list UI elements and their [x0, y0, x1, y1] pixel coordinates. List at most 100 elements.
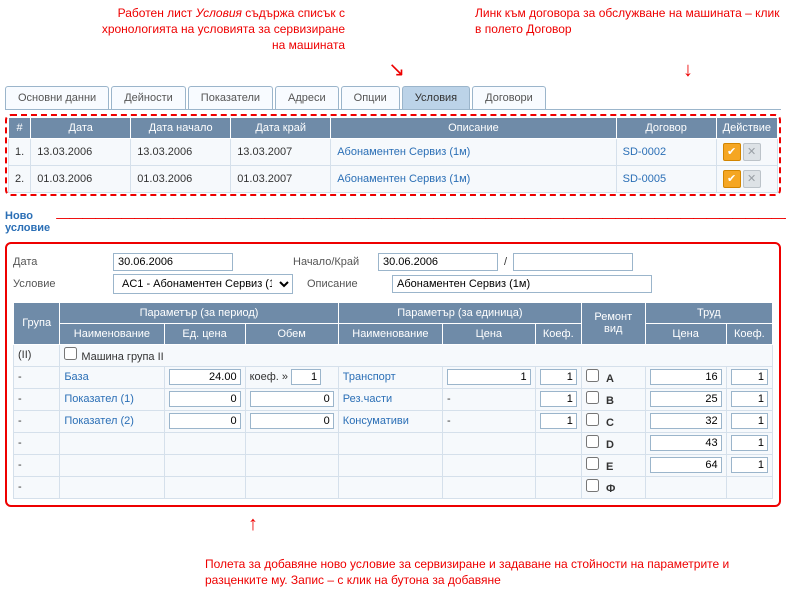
cell-actions: ✔✕: [716, 138, 777, 165]
price-input[interactable]: [169, 369, 241, 385]
unit-coef-input[interactable]: [540, 391, 577, 407]
date-field[interactable]: [113, 253, 233, 271]
cell-date: 13.03.2006: [31, 138, 131, 165]
annotation-contract-link: Линк към договора за обслужване на машин…: [375, 5, 781, 54]
hdr-price2: Цена: [645, 323, 726, 344]
hdr-name2: Наименование: [338, 323, 442, 344]
col-num: #: [9, 117, 31, 138]
table-row: 1. 13.03.2006 13.03.2006 13.03.2007 Абон…: [9, 138, 778, 165]
annotation-worksheet: Работен лист Условия съдържа списък с хр…: [5, 5, 345, 54]
cell-start: 13.03.2006: [131, 138, 231, 165]
col-start[interactable]: Дата начало: [131, 117, 231, 138]
condition-select[interactable]: AC1 - Абонаментен Сервиз (1м: [113, 274, 293, 294]
hdr-per-period: Параметър (за период): [60, 302, 338, 323]
arrow-down-icon: ↓: [683, 59, 693, 81]
col-desc[interactable]: Описание: [331, 117, 616, 138]
cell-date: 01.03.2006: [31, 165, 131, 192]
arrow-down-icon: ↘: [388, 59, 405, 81]
repair-checkbox[interactable]: [586, 435, 599, 448]
edit-icon[interactable]: ✔: [723, 143, 741, 161]
tab-options[interactable]: Опции: [341, 86, 400, 109]
new-condition-form: Дата Начало/Край / Условие AC1 - Абонаме…: [5, 242, 781, 507]
cell-actions: ✔✕: [716, 165, 777, 192]
cell-desc-link[interactable]: Абонаментен Сервиз (1м): [331, 138, 616, 165]
cell-desc-link[interactable]: Абонаментен Сервиз (1м): [331, 165, 616, 192]
cell-contract-link[interactable]: SD-0002: [616, 138, 716, 165]
hdr-group: Група: [14, 302, 60, 344]
labor-price-input[interactable]: [650, 457, 722, 473]
labor-price-input[interactable]: [650, 435, 722, 451]
hdr-vol: Обем: [245, 323, 338, 344]
param-row: - Ф: [14, 476, 773, 498]
repair-checkbox[interactable]: [586, 479, 599, 492]
cell-start: 01.03.2006: [131, 165, 231, 192]
tab-activities[interactable]: Дейности: [111, 86, 186, 109]
label-date: Дата: [13, 256, 113, 268]
labor-coef-input[interactable]: [731, 391, 768, 407]
repair-checkbox[interactable]: [586, 457, 599, 470]
end-date-field[interactable]: [513, 253, 633, 271]
labor-price-input[interactable]: [650, 391, 722, 407]
top-arrows: ↘ ↓: [5, 60, 781, 86]
conditions-history-grid: # Дата Дата начало Дата край Описание До…: [5, 114, 781, 196]
labor-coef-input[interactable]: [731, 457, 768, 473]
col-action: Действие: [716, 117, 777, 138]
start-date-field[interactable]: [378, 253, 498, 271]
labor-coef-input[interactable]: [731, 369, 768, 385]
edit-icon[interactable]: ✔: [723, 170, 741, 188]
unit-price-input[interactable]: [447, 369, 531, 385]
param-row: - База коеф. » Транспорт A: [14, 366, 773, 388]
repair-checkbox[interactable]: [586, 369, 599, 382]
labor-coef-input[interactable]: [731, 413, 768, 429]
vol-input[interactable]: [250, 413, 334, 429]
tab-conditions[interactable]: Условия: [402, 86, 470, 109]
labor-coef-input[interactable]: [731, 435, 768, 451]
param-row: - Показател (1) Рез.части - B: [14, 388, 773, 410]
description-field[interactable]: [392, 275, 652, 293]
hdr-per-unit: Параметър (за единица): [338, 302, 581, 323]
cell-end: 01.03.2007: [231, 165, 331, 192]
table-row: 2. 01.03.2006 01.03.2006 01.03.2007 Абон…: [9, 165, 778, 192]
unit-coef-input[interactable]: [540, 369, 577, 385]
coef-input[interactable]: [291, 369, 321, 385]
repair-checkbox[interactable]: [586, 391, 599, 404]
cell-num: 1.: [9, 138, 31, 165]
repair-checkbox[interactable]: [586, 413, 599, 426]
col-date[interactable]: Дата: [31, 117, 131, 138]
label-description: Описание: [307, 278, 392, 290]
hdr-labor: Труд: [645, 302, 772, 323]
arrow-up-icon: ↑: [5, 513, 781, 536]
unit-coef-input[interactable]: [540, 413, 577, 429]
hdr-repair: Ремонт вид: [581, 302, 645, 344]
new-condition-title: Ново условие: [5, 210, 50, 234]
price-input[interactable]: [169, 391, 241, 407]
col-end[interactable]: Дата край: [231, 117, 331, 138]
parameters-table: Група Параметър (за период) Параметър (з…: [13, 302, 773, 499]
cell-end: 13.03.2007: [231, 138, 331, 165]
tab-strip: Основни данни Дейности Показатели Адреси…: [5, 86, 781, 110]
delete-icon[interactable]: ✕: [743, 143, 761, 161]
label-start-end: Начало/Край: [293, 256, 378, 268]
hdr-uprice: Ед. цена: [164, 323, 245, 344]
param-row: - D: [14, 432, 773, 454]
tab-indicators[interactable]: Показатели: [188, 86, 273, 109]
hdr-coef: Коеф.: [535, 323, 581, 344]
labor-price-input[interactable]: [650, 413, 722, 429]
param-row: - Показател (2) Консумативи - C: [14, 410, 773, 432]
label-condition: Условие: [13, 278, 113, 290]
annotation-form-fields: Полета за добавяне ново условие за серви…: [5, 556, 781, 588]
col-contract[interactable]: Договор: [616, 117, 716, 138]
grid-header-row: # Дата Дата начало Дата край Описание До…: [9, 117, 778, 138]
labor-price-input[interactable]: [650, 369, 722, 385]
delete-icon[interactable]: ✕: [743, 170, 761, 188]
tab-addresses[interactable]: Адреси: [275, 86, 339, 109]
group-checkbox[interactable]: [64, 347, 77, 360]
cell-contract-link[interactable]: SD-0005: [616, 165, 716, 192]
tab-basic-data[interactable]: Основни данни: [5, 86, 109, 109]
vol-input[interactable]: [250, 391, 334, 407]
group-row: (II) Машина група II: [14, 344, 773, 366]
arrow-right-icon: ――――――――――――――――――――――――――――――――――――――――…: [56, 209, 786, 225]
tab-contracts[interactable]: Договори: [472, 86, 546, 109]
top-annotations: Работен лист Условия съдържа списък с хр…: [5, 5, 781, 54]
price-input[interactable]: [169, 413, 241, 429]
